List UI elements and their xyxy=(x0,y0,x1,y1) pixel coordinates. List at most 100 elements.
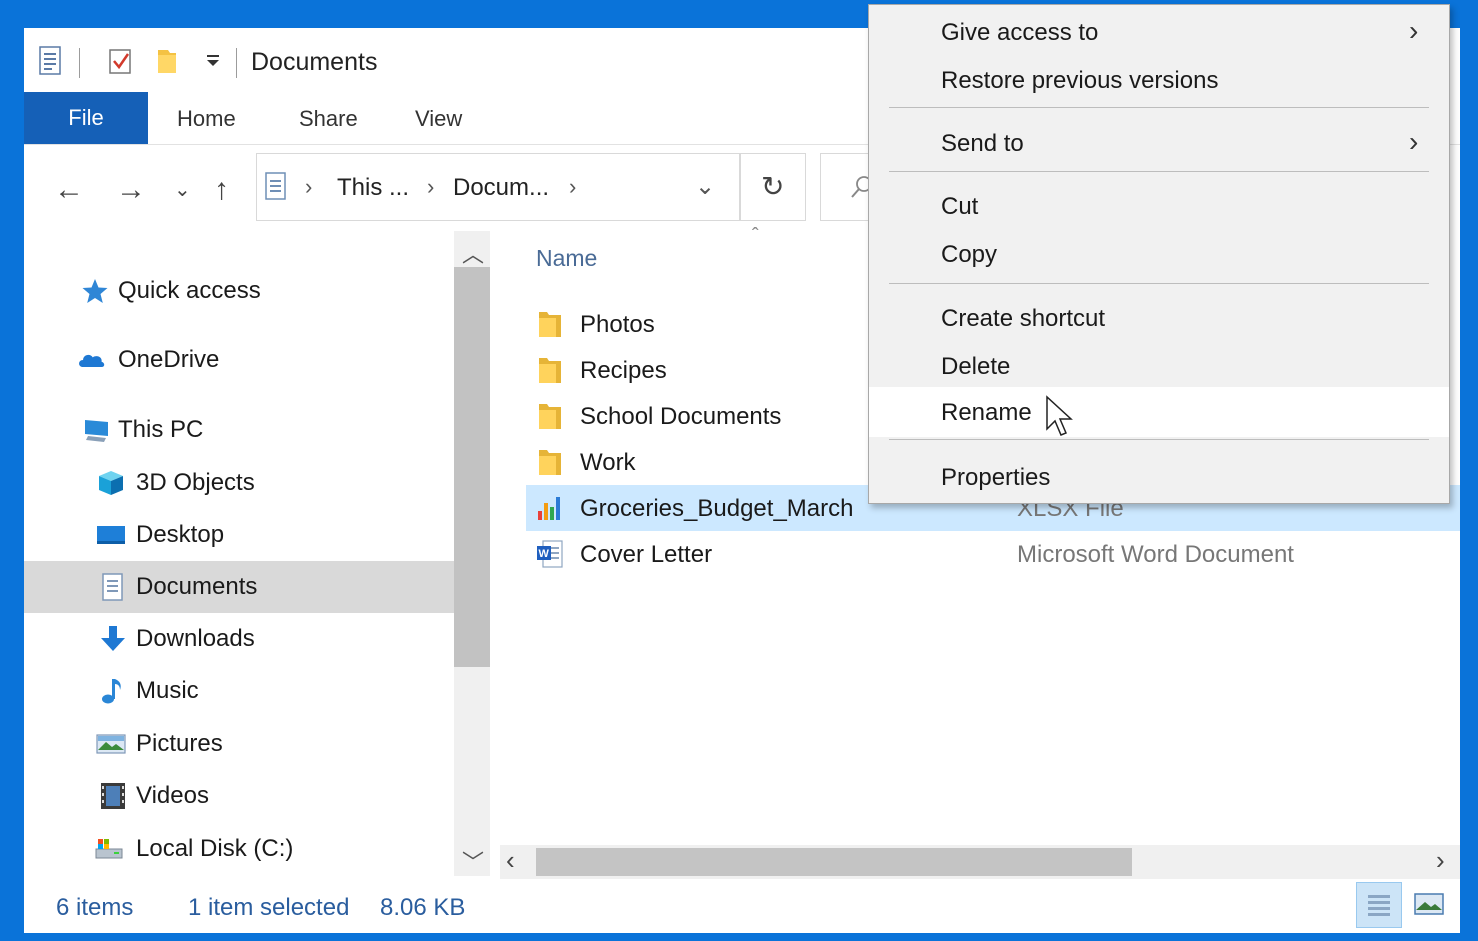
column-header-name[interactable]: Name xyxy=(536,245,597,272)
nav-label: Desktop xyxy=(136,521,225,548)
folder-icon xyxy=(539,358,561,383)
window-title: Documents xyxy=(251,48,378,76)
documents-icon xyxy=(102,573,123,601)
horizontal-scrollbar[interactable]: ‹ › xyxy=(500,845,1460,879)
selection-size: 8.06 KB xyxy=(380,894,466,921)
file-name: Cover Letter xyxy=(580,541,713,568)
recent-locations-chevron-icon[interactable]: ⌄ xyxy=(174,175,191,205)
nav-item-pictures[interactable]: Pictures xyxy=(24,718,454,770)
menu-item-restore-previous-versions[interactable]: Restore previous versions xyxy=(869,57,1449,103)
menu-item-give-access[interactable]: Give access to › xyxy=(869,9,1449,55)
nav-item-quick-access[interactable]: Quick access xyxy=(24,265,454,317)
file-name: Work xyxy=(580,449,636,476)
scroll-up-chevron-icon[interactable]: ︿ xyxy=(462,237,484,269)
details-view-button[interactable] xyxy=(1356,882,1402,928)
nav-item-onedrive[interactable]: OneDrive xyxy=(24,334,454,386)
checkmark-icon[interactable] xyxy=(108,46,134,76)
nav-item-desktop[interactable]: Desktop xyxy=(24,509,454,561)
refresh-button[interactable]: ↻ xyxy=(740,153,806,221)
file-row-cover-letter[interactable]: W Cover Letter Microsoft Word Document xyxy=(526,531,1460,577)
file-type: Microsoft Word Document xyxy=(1017,541,1294,568)
sort-caret-icon: ˆ xyxy=(752,225,759,247)
menu-item-label: Cut xyxy=(941,193,979,220)
selection-info: 1 item selected xyxy=(188,894,350,921)
toolbar-separator xyxy=(79,48,80,78)
breadcrumb-chevron-icon[interactable]: › xyxy=(427,174,434,200)
nav-label: Local Disk (C:) xyxy=(136,835,294,862)
menu-item-delete[interactable]: Delete xyxy=(869,343,1449,389)
context-menu: Give access to › Restore previous versio… xyxy=(868,4,1450,504)
menu-item-label: Restore previous versions xyxy=(941,67,1219,94)
nav-label: Pictures xyxy=(136,730,223,757)
nav-item-documents[interactable]: Documents xyxy=(24,561,454,613)
up-arrow-icon[interactable]: ↑ xyxy=(214,175,229,205)
folder-icon xyxy=(539,450,561,475)
file-name: School Documents xyxy=(580,403,782,430)
menu-item-create-shortcut[interactable]: Create shortcut xyxy=(869,295,1449,341)
menu-item-copy[interactable]: Copy xyxy=(869,231,1449,277)
scroll-right-chevron-icon[interactable]: › xyxy=(1436,845,1445,876)
tab-view[interactable]: View xyxy=(415,92,462,144)
menu-item-rename[interactable]: Rename xyxy=(869,387,1449,437)
menu-item-label: Delete xyxy=(941,353,1011,380)
nav-scroll-thumb[interactable] xyxy=(454,267,490,667)
music-note-icon xyxy=(102,679,121,704)
large-icons-view-button[interactable] xyxy=(1408,882,1452,926)
tab-file[interactable]: File xyxy=(24,92,148,144)
back-arrow-icon[interactable]: ← xyxy=(54,175,84,205)
breadcrumb-chevron-icon[interactable]: › xyxy=(569,174,576,200)
navigation-pane: Quick access OneDrive This PC 3D Objects xyxy=(24,231,454,876)
menu-item-label: Give access to xyxy=(941,19,1099,46)
details-view-icon xyxy=(1368,895,1390,916)
nav-item-videos[interactable]: Videos xyxy=(24,770,454,822)
scroll-down-chevron-icon[interactable]: ﹀ xyxy=(462,845,484,877)
nav-label: OneDrive xyxy=(118,346,220,373)
large-icons-view-icon xyxy=(1414,893,1444,915)
breadcrumb-documents[interactable]: Docum... xyxy=(453,174,549,202)
menu-item-label: Properties xyxy=(941,464,1051,491)
file-name: Photos xyxy=(580,311,655,338)
breadcrumb-this-pc[interactable]: This ... xyxy=(337,174,409,202)
scroll-left-chevron-icon[interactable]: ‹ xyxy=(506,845,515,876)
nav-item-3d-objects[interactable]: 3D Objects xyxy=(24,457,454,509)
menu-separator xyxy=(889,107,1429,108)
menu-item-label: Send to xyxy=(941,130,1024,157)
new-folder-icon[interactable] xyxy=(154,46,180,76)
properties-icon[interactable] xyxy=(38,46,64,76)
tab-share[interactable]: Share xyxy=(299,92,358,144)
forward-arrow-icon[interactable]: → xyxy=(116,175,146,205)
nav-label: Documents xyxy=(136,573,258,600)
pictures-icon xyxy=(96,734,126,754)
menu-item-label: Copy xyxy=(941,241,998,268)
submenu-chevron-icon: › xyxy=(1409,126,1419,157)
nav-item-local-disk[interactable]: Local Disk (C:) xyxy=(24,823,454,875)
word-document-icon: W xyxy=(537,540,563,568)
breadcrumb-chevron-icon[interactable]: › xyxy=(305,174,312,200)
download-arrow-icon xyxy=(101,626,125,651)
nav-item-music[interactable]: Music xyxy=(24,665,454,717)
nav-pane-scrollbar[interactable]: ︿ ﹀ xyxy=(454,231,490,876)
item-count: 6 items xyxy=(56,894,134,921)
nav-label: Downloads xyxy=(136,625,255,652)
horizontal-scroll-thumb[interactable] xyxy=(536,848,1132,876)
excel-chart-icon xyxy=(538,497,560,520)
file-name: Recipes xyxy=(580,357,667,384)
address-bar[interactable]: › This ... › Docum... › ⌄ xyxy=(256,153,740,221)
address-dropdown-chevron-icon[interactable]: ⌄ xyxy=(695,172,715,201)
cloud-icon xyxy=(79,354,105,368)
folder-icon xyxy=(539,312,561,337)
menu-item-send-to[interactable]: Send to › xyxy=(869,120,1449,166)
menu-item-cut[interactable]: Cut xyxy=(869,183,1449,229)
nav-item-this-pc[interactable]: This PC xyxy=(24,404,454,456)
menu-item-properties[interactable]: Properties xyxy=(869,454,1449,500)
svg-text:W: W xyxy=(539,548,550,560)
nav-label: Music xyxy=(136,677,199,704)
customize-dropdown-icon[interactable] xyxy=(200,46,226,76)
menu-item-label: Create shortcut xyxy=(941,305,1106,332)
film-icon xyxy=(101,783,125,809)
tab-home[interactable]: Home xyxy=(177,92,236,144)
status-bar: 6 items 1 item selected 8.06 KB xyxy=(24,880,1460,933)
refresh-icon: ↻ xyxy=(761,171,785,202)
documents-location-icon xyxy=(265,172,286,200)
nav-item-downloads[interactable]: Downloads xyxy=(24,613,454,665)
